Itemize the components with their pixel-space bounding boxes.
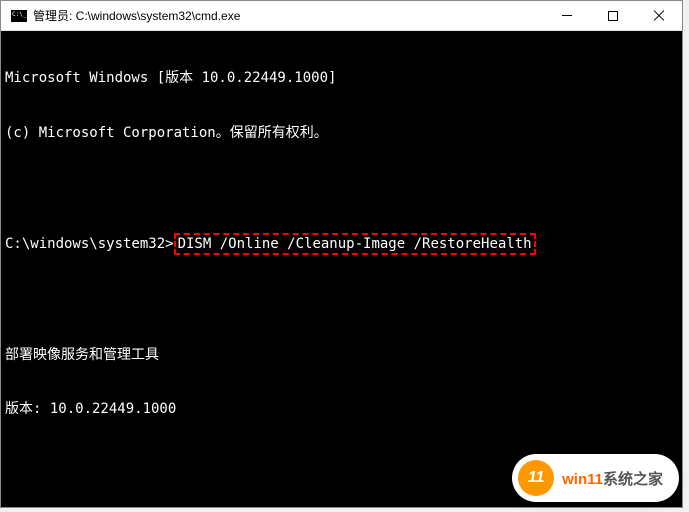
logo-circle-icon: 11 xyxy=(518,460,554,496)
window-title: 管理员: C:\windows\system32\cmd.exe xyxy=(33,7,544,24)
terminal-line-tool-version: 版本: 10.0.22449.1000 xyxy=(5,400,678,418)
window-controls xyxy=(544,1,682,31)
close-icon xyxy=(653,10,665,22)
minimize-button[interactable] xyxy=(544,1,590,31)
logo-text: win11系统之家 xyxy=(562,468,663,489)
terminal-command-line: C:\windows\system32>DISM /Online /Cleanu… xyxy=(5,233,678,255)
logo-text-orange: win11 xyxy=(562,471,603,488)
terminal-content[interactable]: Microsoft Windows [版本 10.0.22449.1000] (… xyxy=(1,31,682,507)
minimize-icon xyxy=(562,15,572,16)
prompt-path: C:\windows\system32> xyxy=(5,236,174,252)
cmd-icon xyxy=(11,10,27,22)
maximize-icon xyxy=(608,11,618,21)
maximize-button[interactable] xyxy=(590,1,636,31)
highlighted-command: DISM /Online /Cleanup-Image /RestoreHeal… xyxy=(174,233,536,255)
logo-text-gray: 系统之家 xyxy=(603,471,663,488)
cmd-window: 管理员: C:\windows\system32\cmd.exe Microso… xyxy=(0,0,683,508)
titlebar[interactable]: 管理员: C:\windows\system32\cmd.exe xyxy=(1,1,682,31)
terminal-line-version: Microsoft Windows [版本 10.0.22449.1000] xyxy=(5,69,678,87)
terminal-line-copyright: (c) Microsoft Corporation。保留所有权利。 xyxy=(5,124,678,142)
logo-badge: 11 win11系统之家 xyxy=(512,454,679,502)
close-button[interactable] xyxy=(636,1,682,31)
terminal-line-tool: 部署映像服务和管理工具 xyxy=(5,346,678,364)
